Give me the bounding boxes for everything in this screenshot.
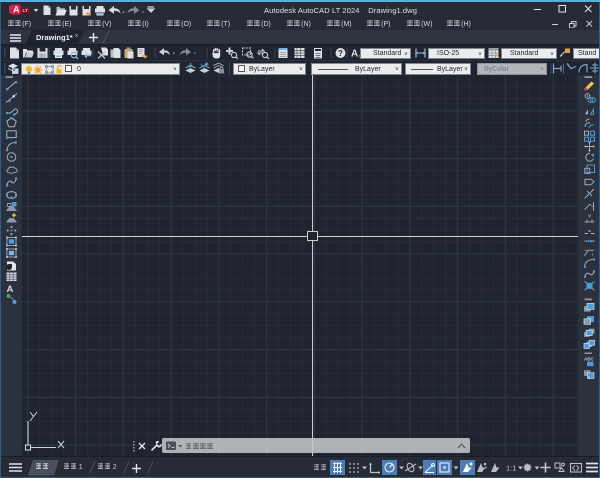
- svg-text:LT: LT: [22, 8, 28, 14]
- svg-text:A: A: [7, 284, 14, 295]
- svg-text:ABC: ABC: [584, 357, 594, 362]
- svg-text:A: A: [13, 5, 20, 15]
- svg-text:?: ?: [338, 49, 343, 58]
- svg-text:A: A: [351, 49, 358, 60]
- svg-text:1:1: 1:1: [506, 464, 516, 473]
